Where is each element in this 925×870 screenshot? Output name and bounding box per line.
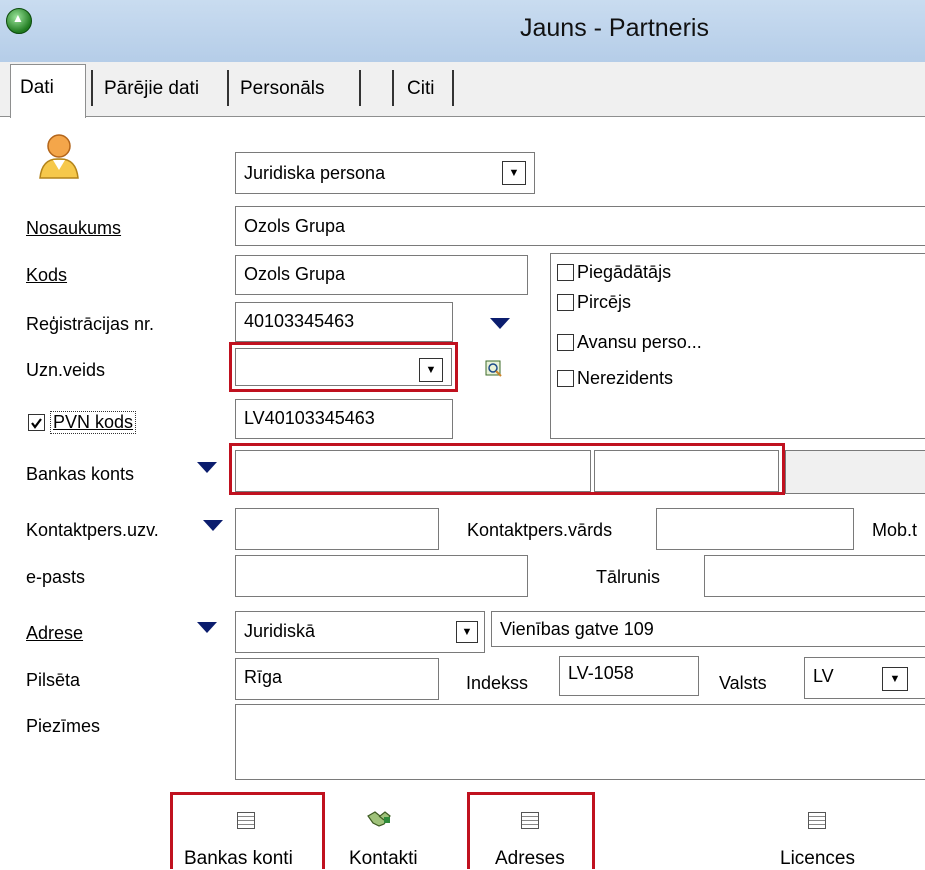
avansu-label: Avansu perso... [577, 332, 702, 352]
pircejs-checkbox[interactable] [557, 294, 574, 311]
dropdown-arrow-icon[interactable] [197, 622, 217, 633]
bankas-konti-label: Bankas konti [184, 848, 293, 869]
kods-value: Ozols Grupa [244, 264, 346, 284]
uzn-veids-label: Uzn.veids [26, 360, 106, 380]
mob-label: Mob.t [872, 520, 918, 540]
chevron-down-icon[interactable]: ▼ [456, 621, 478, 643]
kontakt-vards-field[interactable] [656, 508, 854, 550]
indekss-value: LV-1058 [568, 663, 634, 683]
chevron-down-icon[interactable]: ▼ [882, 667, 908, 691]
valsts-value: LV [813, 666, 834, 686]
pilseta-field[interactable]: Rīga [235, 658, 439, 700]
indekss-field[interactable]: LV-1058 [559, 656, 699, 696]
pvn-field[interactable]: LV40103345463 [235, 399, 453, 439]
window-title: Jauns - Partneris [520, 14, 709, 42]
nerezidents-checkbox[interactable] [557, 370, 574, 387]
tab-label: Pārējie dati [104, 78, 200, 99]
list-icon [521, 812, 539, 829]
tab-divider [392, 70, 394, 106]
kontakti-label: Kontakti [349, 848, 418, 869]
pvn-value: LV40103345463 [244, 408, 375, 428]
bankas-konts-field-1[interactable] [235, 450, 591, 492]
adrese-type-value: Juridiskā [244, 621, 316, 641]
tab-divider [91, 70, 93, 106]
adrese-field[interactable]: Vienības gatve 109 [491, 611, 925, 647]
avansu-checkbox[interactable] [557, 334, 574, 351]
nerezidents-label: Nerezidents [577, 368, 674, 388]
tab-citi[interactable]: Citi [407, 66, 434, 110]
chevron-down-icon[interactable]: ▼ [502, 161, 526, 185]
bankas-konts-label: Bankas konts [26, 464, 135, 484]
piegadatajs-checkbox[interactable] [557, 264, 574, 281]
epasts-field[interactable] [235, 555, 528, 597]
pilseta-label: Pilsēta [26, 670, 81, 690]
app-icon[interactable] [6, 8, 32, 34]
tab-label: Dati [20, 77, 54, 98]
tab-divider [227, 70, 229, 106]
tab-dati[interactable]: Dati [10, 64, 86, 118]
bankas-konti-button[interactable]: Bankas konti [176, 798, 319, 869]
licences-button[interactable]: Licences [770, 798, 880, 869]
talrunis-label: Tālrunis [596, 567, 661, 587]
adreses-label: Adreses [495, 848, 565, 869]
talrunis-field[interactable] [704, 555, 925, 597]
handshake-icon [366, 808, 392, 830]
tab-label: Citi [407, 78, 435, 99]
kontakt-uzv-field[interactable] [235, 508, 439, 550]
dropdown-arrow-icon[interactable] [203, 520, 223, 531]
bankas-konts-extra [785, 450, 925, 494]
indekss-label: Indekss [466, 673, 529, 693]
reg-nr-label: Reģistrācijas nr. [26, 314, 155, 334]
nosaukums-field[interactable]: Ozols Grupa [235, 206, 925, 246]
chevron-down-icon[interactable]: ▼ [419, 358, 443, 382]
kods-field[interactable]: Ozols Grupa [235, 255, 528, 295]
nosaukums-value: Ozols Grupa [244, 216, 346, 236]
adrese-value: Vienības gatve 109 [500, 619, 654, 639]
dropdown-arrow-icon[interactable] [490, 318, 510, 329]
list-icon [808, 812, 826, 829]
person-type-value: Juridiska persona [244, 163, 386, 183]
pvn-checkbox[interactable] [28, 414, 45, 431]
valsts-label: Valsts [719, 673, 767, 693]
tab-parejie-dati[interactable]: Pārējie dati [104, 66, 199, 110]
adrese-type-select[interactable]: Juridiskā [235, 611, 485, 653]
tab-divider [452, 70, 454, 106]
reg-nr-value: 40103345463 [244, 311, 355, 331]
title-bar [0, 0, 925, 62]
tab-personals[interactable]: Personāls [240, 66, 325, 110]
tab-empty[interactable] [366, 66, 388, 110]
kontakti-button[interactable]: Kontakti [340, 798, 440, 869]
epasts-label: e-pasts [26, 567, 86, 587]
lookup-icon[interactable] [485, 360, 503, 378]
kods-label: Kods [26, 265, 68, 285]
list-icon [237, 812, 255, 829]
person-type-select[interactable]: Juridiska persona [235, 152, 535, 194]
pvn-label[interactable]: PVN kods [50, 411, 137, 434]
piegadatajs-label: Piegādātājs [577, 262, 672, 282]
piezimes-label: Piezīmes [26, 716, 101, 736]
pilseta-value: Rīga [244, 667, 283, 687]
tab-label: Personāls [240, 78, 325, 99]
adrese-label: Adrese [26, 623, 84, 643]
pircejs-label: Pircējs [577, 292, 632, 312]
dropdown-arrow-icon[interactable] [197, 462, 217, 473]
bankas-konts-field-2[interactable] [594, 450, 779, 492]
person-icon [36, 132, 82, 180]
nosaukums-label: Nosaukums [26, 218, 122, 238]
reg-nr-field[interactable]: 40103345463 [235, 302, 453, 342]
kontakt-uzv-label: Kontaktpers.uzv. [26, 520, 159, 540]
kontakt-vards-label: Kontaktpers.vārds [467, 520, 613, 540]
tab-divider [359, 70, 361, 106]
licences-label: Licences [780, 848, 855, 869]
adreses-button[interactable]: Adreses [473, 798, 589, 869]
piezimes-field[interactable] [235, 704, 925, 780]
